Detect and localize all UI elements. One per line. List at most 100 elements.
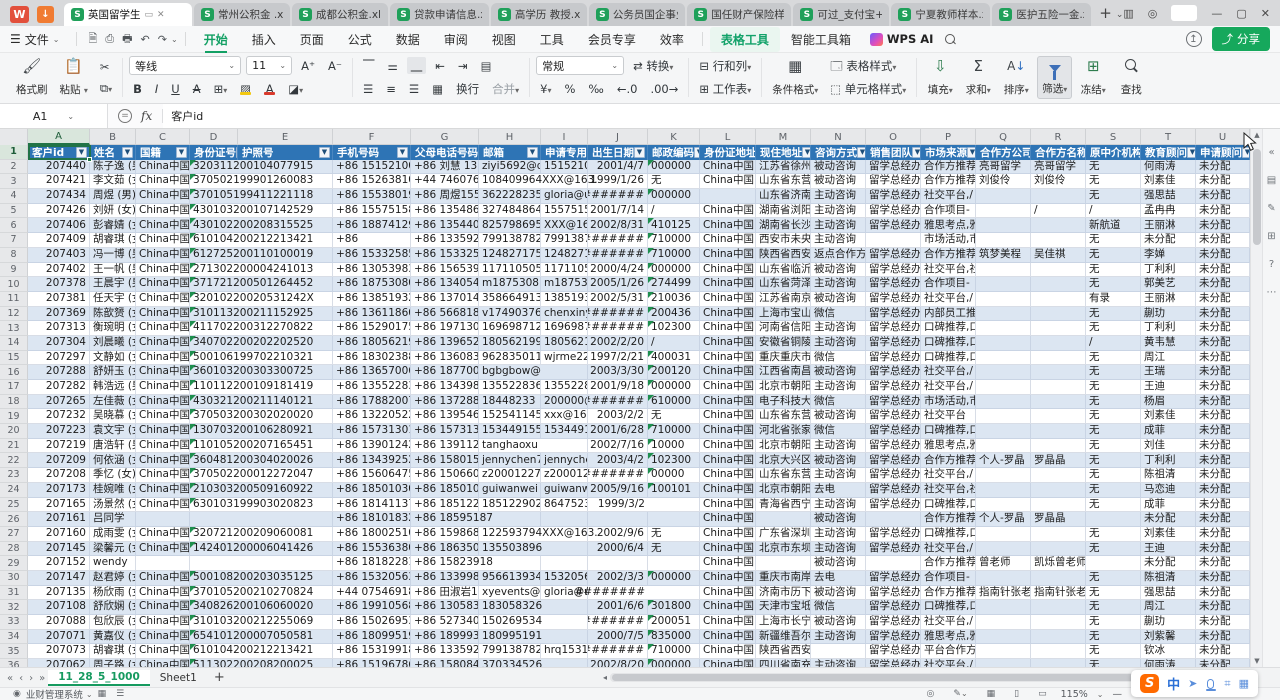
cell-O30[interactable]: 留学总经办: [866, 571, 921, 586]
sheet-grid[interactable]: ABCDEFGHIJKLMNOPQRSTU1客户id▼姓名▼国籍▼身份证号▼护照…: [0, 129, 1250, 667]
cell-D26[interactable]: [190, 512, 333, 527]
cell-R12[interactable]: [1031, 307, 1086, 322]
cell-U30[interactable]: 未分配: [1196, 571, 1250, 586]
document-tab-7[interactable]: S可过_支付宝+_滴: [793, 3, 889, 26]
cell-N15[interactable]: 微信: [811, 351, 866, 366]
cell-I4[interactable]: gloria@uk: [541, 189, 588, 204]
comma-format-button[interactable]: ‰: [584, 81, 607, 97]
cell-G24[interactable]: +86 18501030: [411, 483, 479, 498]
cell-B10[interactable]: 王晨宇 (男: [90, 277, 136, 292]
cell-L24[interactable]: China中国: [700, 483, 756, 498]
cell-F2[interactable]: +86 15152100: [333, 160, 411, 175]
cell-J26[interactable]: [588, 512, 648, 527]
cell-N23[interactable]: 主动咨询: [811, 468, 866, 483]
cell-D30[interactable]: 500108200203035125: [190, 571, 333, 586]
cell-U4[interactable]: 未分配: [1196, 189, 1250, 204]
cell-M34[interactable]: 新疆维吾尔: [756, 630, 811, 645]
cell-N25[interactable]: 主动咨询: [811, 498, 866, 513]
cell-U2[interactable]: 未分配: [1196, 160, 1250, 175]
cell-S26[interactable]: [1086, 512, 1141, 527]
cell-B21[interactable]: 唐浩轩 (男: [90, 439, 136, 454]
cell-G12[interactable]: +86 56681836: [411, 307, 479, 322]
cell-Q25[interactable]: [976, 498, 1031, 513]
cell-G11[interactable]: +86 13701409: [411, 292, 479, 307]
cell-D22[interactable]: 360481200304020026: [190, 453, 333, 468]
fill-handle[interactable]: [87, 157, 92, 162]
cell-N18[interactable]: 微信: [811, 395, 866, 410]
row-header-13[interactable]: 13: [0, 321, 28, 336]
cell-C26[interactable]: [136, 512, 190, 527]
header-cell-R1[interactable]: 合作方名称▼: [1031, 145, 1086, 160]
column-header-J[interactable]: J: [588, 129, 648, 145]
cell-S3[interactable]: 无: [1086, 174, 1141, 189]
cell-A23[interactable]: 207208: [28, 468, 90, 483]
page-break-view-icon[interactable]: ▭: [1038, 689, 1047, 699]
cell-K2[interactable]: 000000: [648, 160, 700, 175]
cell-C30[interactable]: China中国: [136, 571, 190, 586]
cell-B7[interactable]: 胡睿琪 (女: [90, 233, 136, 248]
mode-label[interactable]: 业财管理系统: [26, 687, 83, 700]
cell-Q8[interactable]: 筑梦美程: [976, 248, 1031, 263]
cell-O2[interactable]: 留学总经办: [866, 160, 921, 175]
cell-D17[interactable]: 110112200109181419: [190, 380, 333, 395]
sogou-logo-icon[interactable]: S: [1140, 674, 1159, 693]
cell-H11[interactable]: 358664913: [479, 292, 541, 307]
cell-S27[interactable]: 无: [1086, 527, 1141, 542]
cell-F34[interactable]: +86 18099519: [333, 630, 411, 645]
redo-icon[interactable]: ↷: [154, 33, 171, 46]
filter-button[interactable]: 筛选▾: [1037, 56, 1072, 99]
cell-H30[interactable]: 956613934: [479, 571, 541, 586]
cell-D23[interactable]: 370502200012272047: [190, 468, 333, 483]
cell-O4[interactable]: 留学总经办: [866, 189, 921, 204]
cell-S34[interactable]: 无: [1086, 630, 1141, 645]
cell-O31[interactable]: 留学总经办: [866, 586, 921, 601]
row-header-9[interactable]: 9: [0, 263, 28, 278]
cell-O29[interactable]: [866, 556, 921, 571]
cell-D13[interactable]: 411702200312270822: [190, 321, 333, 336]
cell-P26[interactable]: 合作方推荐: [921, 512, 976, 527]
cell-O11[interactable]: 留学总经办: [866, 292, 921, 307]
column-header-E[interactable]: E: [238, 129, 333, 145]
cell-R2[interactable]: 亮哥留学: [1031, 160, 1086, 175]
cell-A9[interactable]: 207402: [28, 263, 90, 278]
zoom-level[interactable]: 115%: [1061, 689, 1088, 700]
cell-C35[interactable]: China中国: [136, 644, 190, 659]
cell-D9[interactable]: 271302200004241013: [190, 263, 333, 278]
cell-U31[interactable]: 未分配: [1196, 586, 1250, 601]
cell-K22[interactable]: 102300: [648, 453, 700, 468]
column-header-I[interactable]: I: [541, 129, 588, 145]
filter-button-T[interactable]: ▼: [1187, 147, 1196, 158]
cell-T26[interactable]: 未分配: [1141, 512, 1196, 527]
cell-C13[interactable]: China中国: [136, 321, 190, 336]
cell-C19[interactable]: China中国: [136, 409, 190, 424]
cell-S32[interactable]: 无: [1086, 600, 1141, 615]
normal-view-icon[interactable]: ▦: [987, 689, 996, 699]
cell-Q34[interactable]: [976, 630, 1031, 645]
cell-I29[interactable]: [541, 556, 588, 571]
sheet-tab-Sheet1[interactable]: Sheet1: [150, 671, 207, 685]
cell-G7[interactable]: +86 13359257: [411, 233, 479, 248]
cell-U9[interactable]: 未分配: [1196, 263, 1250, 278]
cell-T35[interactable]: 钦冰: [1141, 644, 1196, 659]
cell-H20[interactable]: 153449155: [479, 424, 541, 439]
cell-N36[interactable]: 主动咨询: [811, 659, 866, 667]
cell-F27[interactable]: +86 18002510: [333, 527, 411, 542]
column-header-Q[interactable]: Q: [976, 129, 1031, 145]
sum-button[interactable]: Σ 求和▾: [961, 56, 995, 99]
user-avatar[interactable]: [1171, 5, 1197, 21]
filter-button-J[interactable]: ▼: [634, 147, 645, 158]
cell-B27[interactable]: 成雨雯 (女: [90, 527, 136, 542]
cell-J23[interactable]: ########: [588, 468, 648, 483]
cell-H3[interactable]: 108409964XXX@163.: [479, 174, 541, 189]
cell-J20[interactable]: 2001/6/28: [588, 424, 648, 439]
menu-item-视图[interactable]: 视图: [481, 27, 527, 52]
cell-P6[interactable]: 雅思考点,雅: [921, 218, 976, 233]
cell-R25[interactable]: [1031, 498, 1086, 513]
cell-M7[interactable]: 西安市未央: [756, 233, 811, 248]
cell-J11[interactable]: 2002/5/31: [588, 292, 648, 307]
cell-L16[interactable]: China中国: [700, 365, 756, 380]
cell-L31[interactable]: China中国: [700, 586, 756, 601]
cell-G23[interactable]: +86 15066073: [411, 468, 479, 483]
name-box[interactable]: A1⌄: [0, 104, 108, 128]
cell-S17[interactable]: 无: [1086, 380, 1141, 395]
